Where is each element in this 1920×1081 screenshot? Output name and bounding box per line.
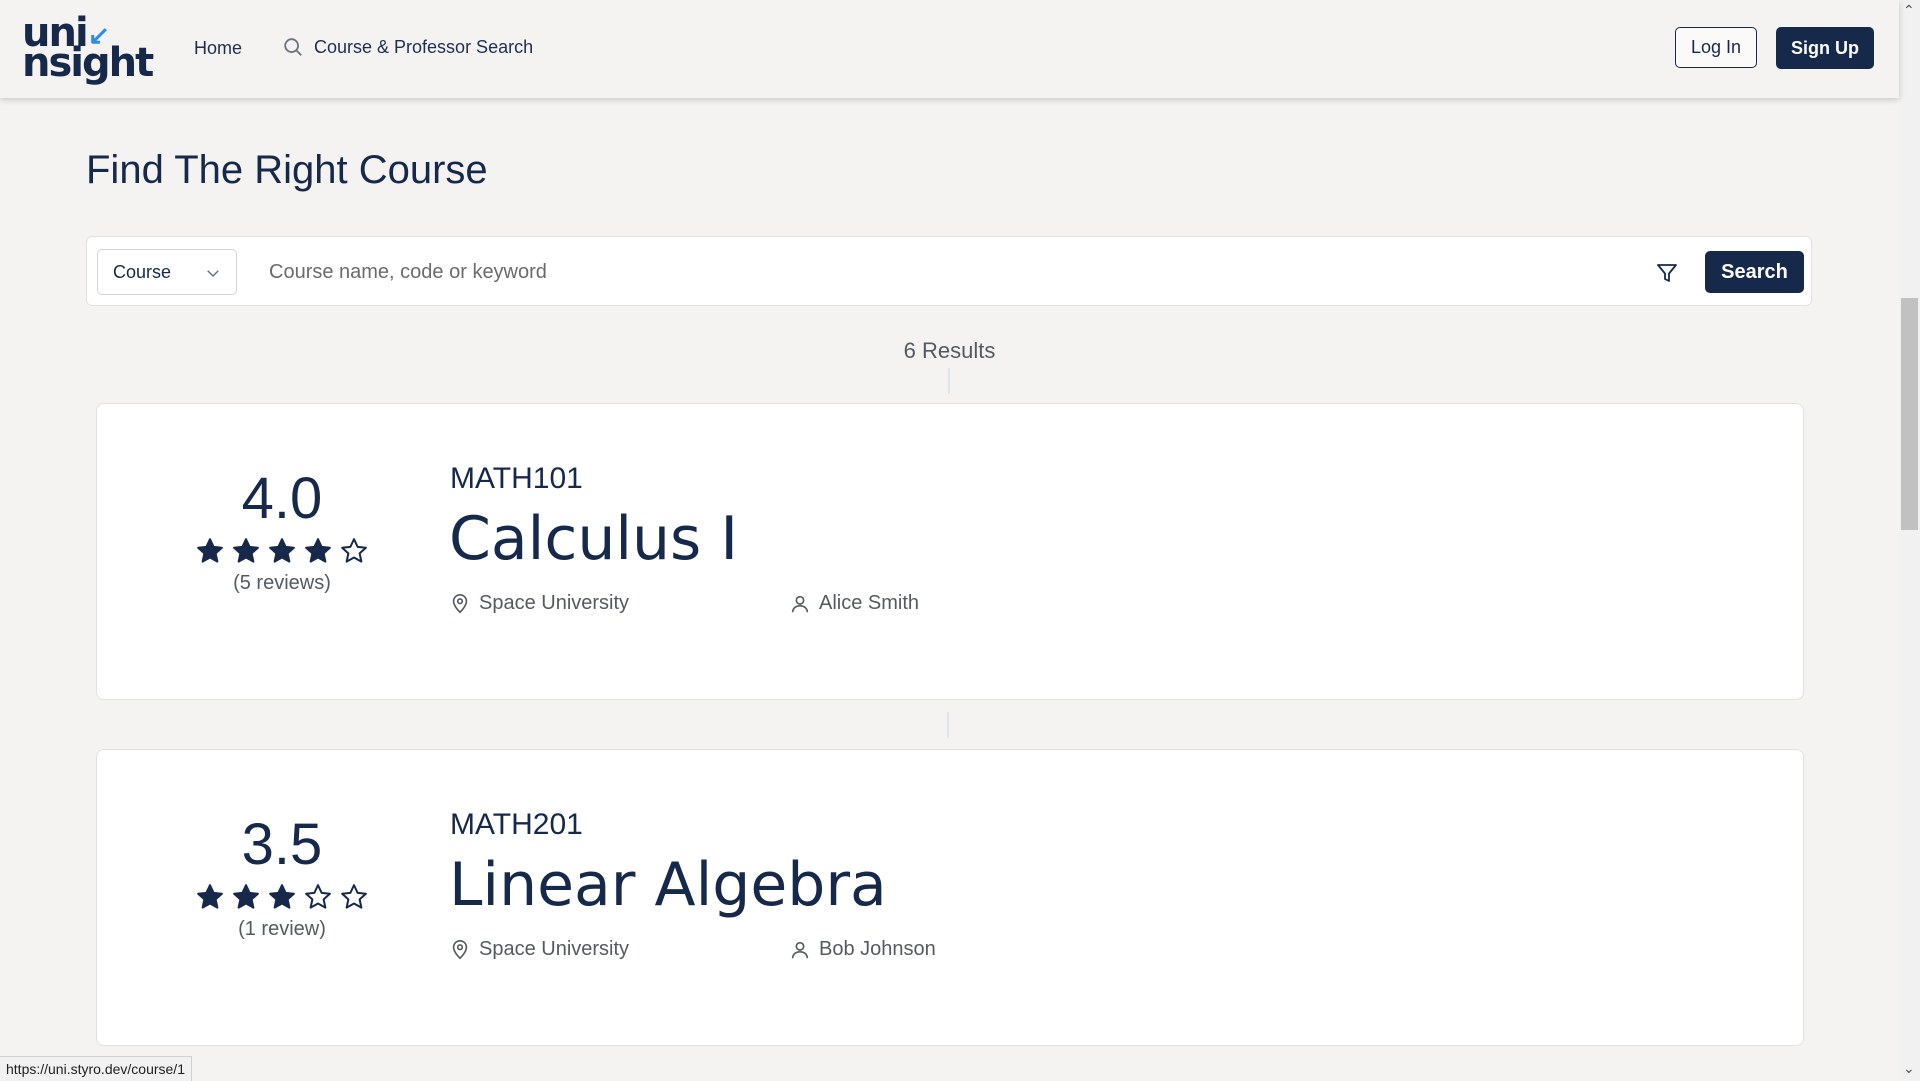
scrollbar[interactable]: [1899, 0, 1920, 1080]
divider: [947, 712, 949, 738]
search-input[interactable]: [257, 251, 1717, 293]
course-card[interactable]: 3.5 (1 review) MATH201 Linear Algebra Sp…: [96, 749, 1804, 1046]
star-empty-icon: [341, 884, 367, 909]
university: Space University: [449, 592, 629, 615]
rating-block: 3.5 (1 review): [192, 812, 372, 941]
university: Space University: [449, 938, 629, 961]
star-filled-icon: [305, 538, 331, 563]
professor: Bob Johnson: [789, 938, 936, 961]
location-pin-icon: [452, 593, 468, 613]
results-count: 6 Results: [903, 338, 996, 363]
star-filled-icon: [197, 884, 223, 909]
search-type-value: Course: [113, 261, 172, 282]
search-type-select[interactable]: Course: [97, 249, 237, 295]
university-name: Space University: [479, 938, 630, 960]
review-count: (1 review): [238, 918, 326, 940]
review-count: (5 reviews): [233, 572, 331, 594]
nav-search-link[interactable]: Course & Professor Search: [282, 36, 533, 58]
nav-search-label: Course & Professor Search: [314, 36, 534, 57]
rating-value: 3.5: [241, 812, 323, 877]
star-filled-icon: [269, 538, 295, 563]
course-code: MATH201: [450, 808, 583, 841]
filter-icon[interactable]: [1655, 261, 1679, 285]
nav-home-link[interactable]: Home: [194, 38, 242, 59]
star-empty-icon: [341, 538, 367, 563]
user-icon: [791, 595, 809, 612]
status-bar-url: https://uni.styro.dev/course/1: [0, 1056, 192, 1081]
professor-name: Bob Johnson: [819, 938, 936, 960]
rating-block: 4.0 (5 reviews): [192, 466, 372, 595]
logo-text-bottom: nsight: [22, 40, 154, 86]
star-filled-icon: [197, 538, 223, 563]
course-name[interactable]: Calculus I: [449, 504, 738, 574]
top-navbar: uni ↙ nsight Home Course & Professor Sea…: [0, 0, 1899, 98]
star-rating: [192, 536, 372, 566]
course-code: MATH101: [450, 462, 583, 495]
university-name: Space University: [479, 592, 630, 614]
professor: Alice Smith: [789, 592, 919, 615]
star-empty-icon: [305, 884, 331, 909]
search-button[interactable]: Search: [1705, 251, 1804, 293]
page-title: Find The Right Course: [86, 148, 488, 192]
rating-value: 4.0: [241, 466, 323, 531]
course-name[interactable]: Linear Algebra: [449, 850, 887, 920]
signup-button[interactable]: Sign Up: [1776, 27, 1874, 69]
chevron-down-icon: [207, 270, 219, 278]
star-filled-icon: [233, 538, 259, 563]
uninsight-logo[interactable]: uni ↙ nsight: [22, 13, 167, 86]
location-pin-icon: [452, 939, 468, 959]
search-icon: [284, 38, 302, 56]
star-filled-icon: [269, 884, 295, 909]
star-filled-icon: [233, 884, 259, 909]
scroll-down-arrow-icon[interactable]: ⌄: [1903, 1060, 1915, 1077]
scroll-up-arrow-icon[interactable]: ⌃: [1903, 2, 1915, 19]
star-rating: [192, 882, 372, 912]
search-bar: Course Search: [86, 236, 1812, 306]
logo-arrow-icon: ↙: [88, 20, 110, 50]
user-icon: [791, 941, 809, 958]
scrollbar-thumb[interactable]: [1901, 298, 1918, 530]
course-card[interactable]: 4.0 (5 reviews) MATH101 Calculus I Space…: [96, 403, 1804, 700]
login-button[interactable]: Log In: [1675, 27, 1757, 68]
professor-name: Alice Smith: [819, 592, 920, 614]
divider: [948, 368, 950, 394]
